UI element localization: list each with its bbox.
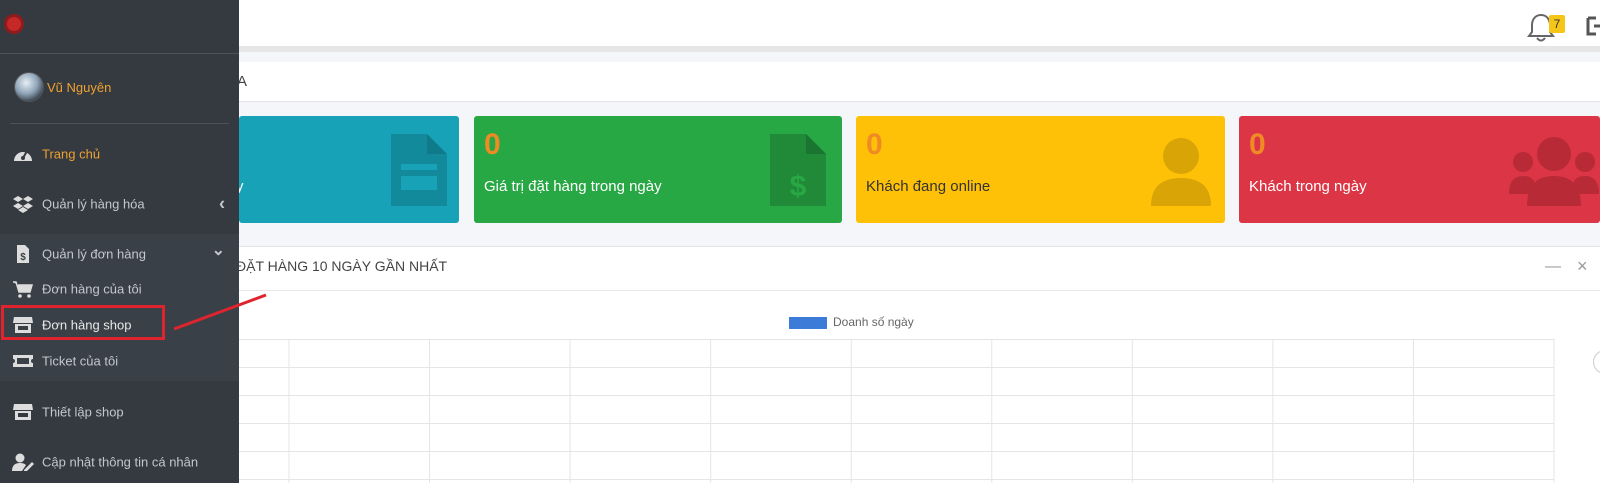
legend-label: Doanh số ngày xyxy=(833,315,914,329)
chart-plot-area xyxy=(239,339,1555,483)
chart-panel: ĐẶT HÀNG 10 NGÀY GẦN NHẤT — × Doanh số n… xyxy=(236,246,1600,483)
sidebar-item-home[interactable]: Trang chủ xyxy=(0,134,239,174)
stat-card-online[interactable]: 0 Khách đang online xyxy=(856,116,1225,223)
sidebar-item-label: Quản lý hàng hóa xyxy=(42,196,145,212)
document-icon xyxy=(391,134,447,206)
user-icon xyxy=(1151,138,1211,206)
user-name: Vũ Nguyên xyxy=(47,80,112,95)
brand[interactable] xyxy=(0,0,239,54)
sidebar-item-label: Cập nhật thông tin cá nhân xyxy=(42,454,199,470)
svg-text:$: $ xyxy=(20,252,26,263)
stat-value: 0 xyxy=(866,128,883,161)
stat-label: Khách đang online xyxy=(866,178,991,195)
stat-label: Khách trong ngày xyxy=(1249,178,1367,195)
user-panel[interactable]: Vũ Nguyên xyxy=(10,66,229,124)
stat-value: 0 xyxy=(1249,128,1266,161)
sidebar: Vũ Nguyên Trang chủ Quản lý hàng hóa ‹ $… xyxy=(0,0,239,483)
chart-title: ĐẶT HÀNG 10 NGÀY GẦN NHẤT xyxy=(236,258,448,274)
top-navbar: 7 xyxy=(0,0,1600,52)
chart-panel-header: ĐẶT HÀNG 10 NGÀY GẦN NHẤT — × xyxy=(236,247,1600,291)
content-header: A xyxy=(237,62,1600,102)
svg-text:$: $ xyxy=(790,170,807,203)
stat-value: 0 xyxy=(484,128,501,161)
sidebar-item-orders[interactable]: $ Quản lý đơn hàng ⌄ xyxy=(0,234,239,274)
avatar xyxy=(14,72,44,102)
annotation-arrow xyxy=(173,293,267,330)
stat-label: Giá trị đặt hàng trong ngày xyxy=(484,178,662,195)
sidebar-item-label: Ticket của tôi xyxy=(42,353,119,369)
sidebar-item-products[interactable]: Quản lý hàng hóa ‹ xyxy=(0,184,239,224)
user-edit-icon xyxy=(12,453,34,471)
notification-badge: 7 xyxy=(1549,15,1565,33)
close-button[interactable]: × xyxy=(1577,256,1588,277)
minimize-button[interactable]: — xyxy=(1545,258,1561,276)
cart-icon xyxy=(13,281,33,298)
sidebar-item-label: Quản lý đơn hàng xyxy=(42,246,146,262)
stat-card-daily-visitors[interactable]: 0 Khách trong ngày xyxy=(1239,116,1600,223)
ticket-icon xyxy=(13,355,33,367)
annotation-highlight-box xyxy=(1,305,165,340)
sidebar-item-label: Thiết lập shop xyxy=(42,404,124,420)
sidebar-item-label: Trang chủ xyxy=(42,146,101,162)
invoice-dollar-icon: $ xyxy=(770,134,826,206)
invoice-icon: $ xyxy=(17,245,29,263)
brand-logo xyxy=(4,14,24,34)
logout-icon[interactable] xyxy=(1586,12,1600,40)
dropbox-icon xyxy=(13,196,33,213)
chevron-left-icon: ‹ xyxy=(219,193,225,214)
sidebar-item-my-tickets[interactable]: Ticket của tôi xyxy=(0,341,239,381)
sidebar-item-profile[interactable]: Cập nhật thông tin cá nhân xyxy=(0,442,239,482)
chevron-down-icon: ⌄ xyxy=(211,242,225,259)
dashboard-icon xyxy=(14,150,32,161)
legend-swatch xyxy=(789,317,827,329)
sidebar-item-label: Đơn hàng của tôi xyxy=(42,281,142,297)
stat-card-order-value[interactable]: 0 Giá trị đặt hàng trong ngày $ xyxy=(474,116,842,223)
stat-card-orders[interactable]: y xyxy=(239,116,459,223)
store-icon xyxy=(13,404,33,420)
sidebar-item-shop-settings[interactable]: Thiết lập shop xyxy=(0,392,239,432)
stat-label: y xyxy=(239,178,244,195)
users-icon xyxy=(1509,137,1599,206)
